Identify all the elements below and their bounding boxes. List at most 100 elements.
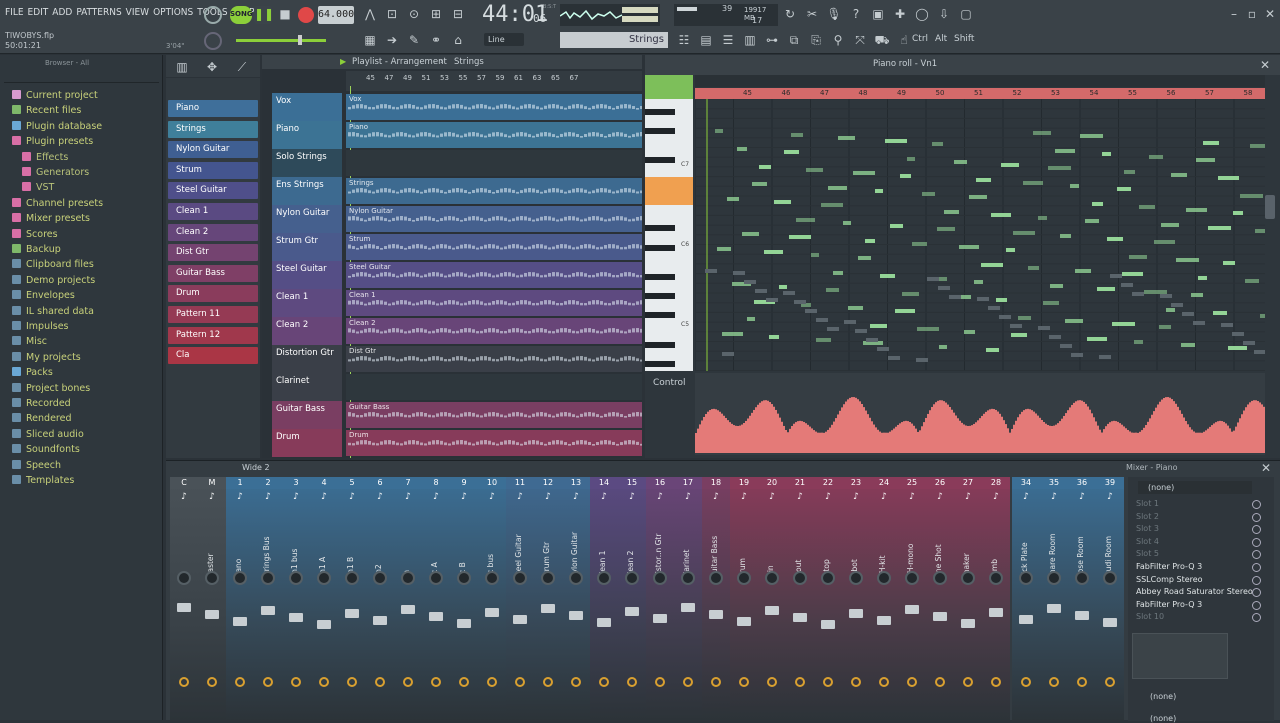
track-header[interactable]: Solo Strings [272,149,342,177]
black-key[interactable] [645,273,675,280]
menu-patterns[interactable]: PATTERNS [76,7,121,18]
minimize-icon[interactable]: – [1226,6,1242,22]
send-icon[interactable] [711,677,721,687]
menu-add[interactable]: ADD [52,7,72,18]
mixer-strip[interactable]: C ♪ [170,477,198,721]
volume-fader[interactable] [765,606,779,615]
plug-icon[interactable]: ⚲ [830,32,846,48]
track-header[interactable]: Drum [272,429,342,457]
mixer-strip[interactable]: 8 ♪ Vc A [422,477,450,721]
pan-knob[interactable] [933,571,947,585]
black-key[interactable] [645,293,675,299]
browser-item[interactable]: Project bones [12,382,90,394]
track-lane[interactable]: Strum [346,234,642,260]
track-header[interactable]: Clean 2 [272,317,342,345]
volume-fader[interactable] [1075,611,1089,620]
send-icon[interactable] [347,677,357,687]
volume-fader[interactable] [289,613,303,622]
insert-slot[interactable]: Slot 2 [1136,512,1159,521]
channel-button[interactable]: Pattern 11 [168,306,258,323]
browser-item[interactable]: Mixer presets [12,213,90,224]
send-icon[interactable] [1021,677,1031,687]
mixer-strip[interactable]: 34 ♪ Kick Plate [1012,477,1040,721]
send-icon[interactable] [431,677,441,687]
send-icon[interactable] [795,677,805,687]
volume-fader[interactable] [709,610,723,619]
volume-fader[interactable] [1019,615,1033,624]
pan-knob[interactable] [765,571,779,585]
pan-knob[interactable] [1075,571,1089,585]
control-label[interactable]: Control [653,378,686,388]
mixer-strip[interactable]: 18 ♪ Guitar Bass [702,477,730,721]
send-icon[interactable] [823,677,833,687]
countdown-icon[interactable]: ⊙ [406,6,422,22]
pan-knob[interactable] [793,571,807,585]
pan-knob[interactable] [597,571,611,585]
song-mode-button[interactable]: SONG [230,6,253,24]
output-select[interactable]: (none) [1150,692,1176,701]
black-key[interactable] [645,341,675,348]
send-icon[interactable] [543,677,553,687]
pin-icon[interactable]: ⤧ [852,32,868,48]
channel-button[interactable]: Nylon Guitar [168,141,258,159]
master-volume-slider[interactable] [236,39,326,42]
piano-roll-ruler[interactable]: 45 46 47 48 49 50 51 52 53 54 55 56 57 58 [695,88,1265,99]
black-key[interactable] [645,128,675,135]
pan-knob[interactable] [961,571,975,585]
keyboard-icon[interactable]: ▦ [362,32,378,48]
slot-mix-knob[interactable] [1252,500,1261,509]
track-header[interactable]: Guitar Bass [272,401,342,429]
browser-item[interactable]: Plugin presets [12,136,93,147]
mixer-strip[interactable]: 4 ♪ Vn1 A [310,477,338,721]
mixer-strip[interactable]: 11 ♪ Steel Guitar [506,477,534,721]
volume-fader[interactable] [877,616,891,625]
insert-slot[interactable]: Slot 5 [1136,549,1159,558]
track-lane[interactable]: Strings [346,178,642,204]
tempo-display[interactable]: 64.000 [318,6,354,24]
channel-button[interactable]: Dist Gtr [168,244,258,262]
send-icon[interactable] [179,677,189,687]
link-icon[interactable]: ⚭ [428,32,444,48]
volume-fader[interactable] [317,620,331,629]
volume-fader[interactable] [625,607,639,616]
pan-knob[interactable] [485,571,499,585]
mixer-strip[interactable]: 3 ♪ Vn1 bus [282,477,310,721]
mixer-strip[interactable]: 22 ♪ S-top [814,477,842,721]
playlist-icon[interactable]: ☷ [676,32,692,48]
track-lane[interactable]: Drum [346,430,642,456]
eq-display[interactable] [1132,633,1228,679]
stamp-icon[interactable]: ⌂ [450,32,466,48]
track-lane[interactable]: Piano [346,122,642,148]
pan-knob[interactable] [569,571,583,585]
volume-fader[interactable] [401,605,415,614]
browser-item[interactable]: Scores [12,228,58,240]
playlist-pattern[interactable]: Strings [454,57,484,67]
pan-knob[interactable] [821,571,835,585]
mixer-strip[interactable]: 6 ♪ Vn2 [366,477,394,721]
playlist-ruler[interactable]: 45 47 49 51 53 55 57 59 61 63 65 67 [346,71,642,91]
send-icon[interactable] [935,677,945,687]
track-lane[interactable] [346,150,642,176]
channel-button[interactable]: Drum [168,285,258,303]
send-icon[interactable] [235,677,245,687]
volume-fader[interactable] [849,609,863,618]
velocity-lane[interactable] [695,373,1265,455]
volume-fader[interactable] [821,620,835,629]
browser-item[interactable]: Envelopes [12,290,75,301]
mixer-strip[interactable]: 2 ♪ Strings Bus [254,477,282,721]
volume-fader[interactable] [1047,604,1061,613]
slot-mix-knob[interactable] [1252,537,1261,547]
slot-mix-knob[interactable] [1252,563,1261,572]
browser-item[interactable]: Impulses [12,321,69,332]
send-icon[interactable] [991,677,1001,687]
mixer-strip[interactable]: 36 ♪ Dose Room [1068,477,1096,721]
master-volume-handle[interactable] [298,35,302,45]
volume-fader[interactable] [681,603,695,612]
pan-knob[interactable] [261,571,275,585]
chat-icon[interactable]: ◯ [914,6,930,22]
volume-fader[interactable] [429,612,443,621]
volume-fader[interactable] [989,608,1003,617]
mixer-strip[interactable]: 14 ♪ Clean 1 [590,477,618,721]
browser-item[interactable]: Recent files [12,105,81,116]
insert-slot[interactable]: Abbey Road Saturator Stereo [1136,587,1253,596]
